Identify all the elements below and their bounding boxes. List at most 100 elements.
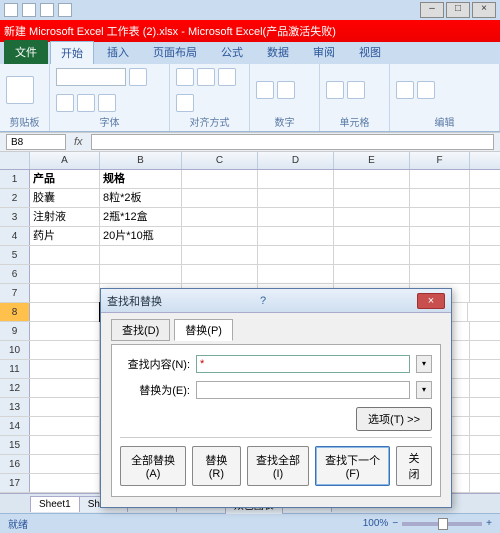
row-header[interactable]: 8 — [0, 303, 30, 321]
row-header[interactable]: 16 — [0, 455, 30, 473]
dialog-tab-replace[interactable]: 替换(P) — [174, 319, 233, 341]
tab-layout[interactable]: 页面布局 — [142, 40, 208, 64]
row-header[interactable]: 14 — [0, 417, 30, 435]
wrap-icon[interactable] — [176, 94, 194, 112]
cell-E2[interactable] — [334, 189, 410, 207]
cell-B2[interactable]: 8粒*2板 — [100, 189, 182, 207]
align-center-icon[interactable] — [197, 68, 215, 86]
cell-B3[interactable]: 2瓶*12盒 — [100, 208, 182, 226]
align-left-icon[interactable] — [176, 68, 194, 86]
tab-formula[interactable]: 公式 — [210, 40, 254, 64]
format-icon[interactable] — [347, 81, 365, 99]
cell-C6[interactable] — [182, 265, 258, 283]
cell-B1[interactable]: 规格 — [100, 170, 182, 188]
close-button[interactable]: × — [472, 2, 496, 18]
maximize-button[interactable]: □ — [446, 2, 470, 18]
row-header[interactable]: 12 — [0, 379, 30, 397]
underline-icon[interactable] — [77, 94, 95, 112]
sheet-tab[interactable]: Sheet1 — [30, 496, 80, 512]
dialog-close-button[interactable]: × — [417, 293, 445, 309]
cell-A2[interactable]: 胶囊 — [30, 189, 100, 207]
border-icon[interactable] — [98, 94, 116, 112]
cell-E5[interactable] — [334, 246, 410, 264]
cell-A8[interactable] — [30, 303, 100, 321]
cell-F3[interactable] — [410, 208, 470, 226]
font-select[interactable] — [56, 68, 126, 86]
cell-C4[interactable] — [182, 227, 258, 245]
tab-view[interactable]: 视图 — [348, 40, 392, 64]
percent-icon[interactable] — [277, 81, 295, 99]
col-header-a[interactable]: A — [30, 152, 100, 169]
cell-D6[interactable] — [258, 265, 334, 283]
row-header[interactable]: 10 — [0, 341, 30, 359]
cell-C1[interactable] — [182, 170, 258, 188]
row-header[interactable]: 6 — [0, 265, 30, 283]
tab-home[interactable]: 开始 — [50, 41, 94, 64]
row-header[interactable]: 15 — [0, 436, 30, 454]
row-header[interactable]: 7 — [0, 284, 30, 302]
cell-F4[interactable] — [410, 227, 470, 245]
find-dropdown-icon[interactable]: ▾ — [416, 355, 432, 373]
tab-insert[interactable]: 插入 — [96, 40, 140, 64]
cell-A9[interactable] — [30, 322, 100, 340]
fx-icon[interactable]: fx — [74, 136, 83, 148]
close-button[interactable]: 关闭 — [396, 446, 432, 486]
tab-review[interactable]: 审阅 — [302, 40, 346, 64]
cell-D2[interactable] — [258, 189, 334, 207]
cell-F2[interactable] — [410, 189, 470, 207]
bold-icon[interactable] — [129, 68, 147, 86]
redo-icon[interactable] — [58, 3, 72, 17]
cell-D4[interactable] — [258, 227, 334, 245]
row-header[interactable]: 5 — [0, 246, 30, 264]
row-header[interactable]: 1 — [0, 170, 30, 188]
tab-data[interactable]: 数据 — [256, 40, 300, 64]
dialog-tab-find[interactable]: 查找(D) — [111, 319, 170, 341]
row-header[interactable]: 2 — [0, 189, 30, 207]
cell-E3[interactable] — [334, 208, 410, 226]
number-format-icon[interactable] — [256, 81, 274, 99]
insert-cell-icon[interactable] — [326, 81, 344, 99]
find-all-button[interactable]: 查找全部(I) — [247, 446, 310, 486]
minimize-button[interactable]: – — [420, 2, 444, 18]
dialog-help-icon[interactable]: ? — [260, 295, 413, 307]
tab-file[interactable]: 文件 — [4, 40, 48, 64]
cell-C5[interactable] — [182, 246, 258, 264]
options-button[interactable]: 选项(T) >> — [356, 407, 432, 431]
row-header[interactable]: 13 — [0, 398, 30, 416]
cell-A1[interactable]: 产品 — [30, 170, 100, 188]
cell-A17[interactable] — [30, 474, 100, 492]
row-header[interactable]: 3 — [0, 208, 30, 226]
cell-A14[interactable] — [30, 417, 100, 435]
undo-icon[interactable] — [40, 3, 54, 17]
cell-F6[interactable] — [410, 265, 470, 283]
find-icon[interactable] — [417, 81, 435, 99]
paste-icon[interactable] — [6, 76, 34, 104]
row-header[interactable]: 4 — [0, 227, 30, 245]
cell-A5[interactable] — [30, 246, 100, 264]
cell-A7[interactable] — [30, 284, 100, 302]
cell-D3[interactable] — [258, 208, 334, 226]
zoom-out-icon[interactable]: − — [392, 518, 398, 529]
row-header[interactable]: 9 — [0, 322, 30, 340]
cell-F5[interactable] — [410, 246, 470, 264]
cell-F1[interactable] — [410, 170, 470, 188]
row-header[interactable]: 11 — [0, 360, 30, 378]
replace-input[interactable] — [196, 381, 410, 399]
cell-D5[interactable] — [258, 246, 334, 264]
cell-C2[interactable] — [182, 189, 258, 207]
cell-E4[interactable] — [334, 227, 410, 245]
cell-A11[interactable] — [30, 360, 100, 378]
cell-A3[interactable]: 注射液 — [30, 208, 100, 226]
cell-A12[interactable] — [30, 379, 100, 397]
row-header[interactable]: 17 — [0, 474, 30, 492]
col-header-f[interactable]: F — [410, 152, 470, 169]
cell-D1[interactable] — [258, 170, 334, 188]
cell-A10[interactable] — [30, 341, 100, 359]
col-header-e[interactable]: E — [334, 152, 410, 169]
cell-B6[interactable] — [100, 265, 182, 283]
cell-B5[interactable] — [100, 246, 182, 264]
col-header-b[interactable]: B — [100, 152, 182, 169]
save-icon[interactable] — [22, 3, 36, 17]
cell-E1[interactable] — [334, 170, 410, 188]
cell-C3[interactable] — [182, 208, 258, 226]
